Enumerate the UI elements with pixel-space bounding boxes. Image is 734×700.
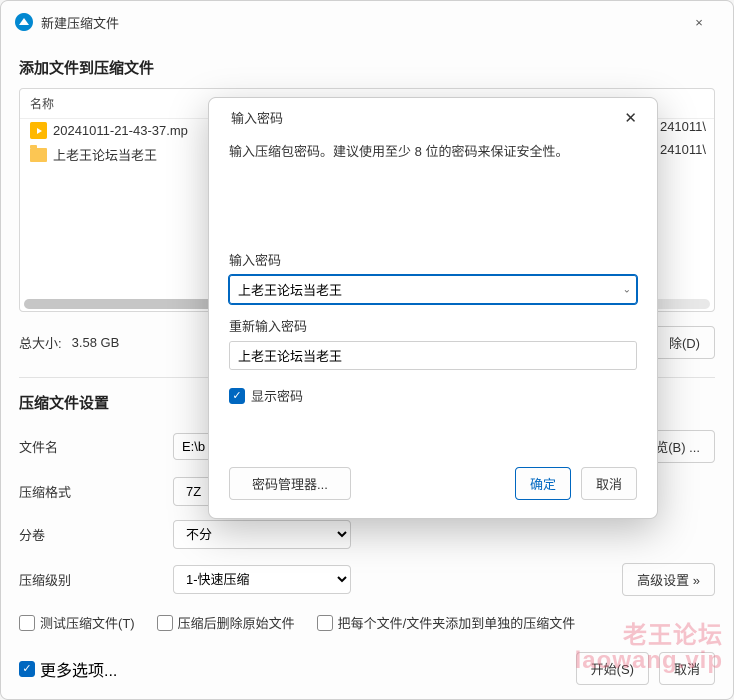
checkbox-checked-icon: ✓: [229, 388, 245, 404]
main-window: 新建压缩文件 × 添加文件到压缩文件 名称 20241011-21-43-37.…: [0, 0, 734, 700]
file-name: 上老王论坛当老王: [53, 145, 157, 164]
footer: ✓ 更多选项... 开始(S) 取消: [19, 652, 715, 685]
split-label: 分卷: [19, 525, 159, 544]
confirm-password-label: 重新输入密码: [229, 316, 637, 335]
format-label: 压缩格式: [19, 482, 159, 501]
confirm-password-input[interactable]: [229, 341, 637, 370]
filename-label: 文件名: [19, 437, 159, 456]
show-password-checkbox[interactable]: ✓ 显示密码: [229, 386, 637, 405]
file-name: 20241011-21-43-37.mp: [53, 123, 188, 138]
close-icon[interactable]: ✕: [618, 109, 643, 127]
separate-archives-checkbox[interactable]: 把每个文件/文件夹添加到单独的压缩文件: [317, 613, 576, 632]
app-icon: [15, 13, 33, 31]
password-dialog: 输入密码 ✕ 输入压缩包密码。建议使用至少 8 位的密码来保证安全性。 输入密码…: [208, 97, 658, 519]
more-options-checkbox[interactable]: ✓ 更多选项...: [19, 657, 117, 681]
level-label: 压缩级别: [19, 570, 159, 589]
dialog-cancel-button[interactable]: 取消: [581, 467, 637, 500]
add-files-heading: 添加文件到压缩文件: [1, 43, 733, 88]
dialog-title: 输入密码: [231, 108, 610, 127]
close-button[interactable]: ×: [679, 10, 719, 34]
window-title: 新建压缩文件: [41, 13, 119, 32]
file-path: 241011\: [660, 142, 706, 157]
file-path: 241011\: [660, 119, 706, 134]
level-row: 压缩级别 1-快速压缩 高级设置 »: [1, 556, 733, 603]
remove-button[interactable]: 除(D): [654, 326, 715, 359]
dialog-titlebar: 输入密码 ✕: [209, 98, 657, 137]
total-size-value: 3.58 GB: [72, 335, 120, 350]
advanced-button[interactable]: 高级设置 »: [622, 563, 715, 596]
start-button[interactable]: 开始(S): [576, 652, 649, 685]
ok-button[interactable]: 确定: [515, 467, 571, 500]
test-archive-checkbox[interactable]: 测试压缩文件(T): [19, 613, 135, 632]
titlebar: 新建压缩文件 ×: [1, 1, 733, 43]
split-select[interactable]: 不分: [173, 520, 351, 549]
checkbox-icon: [157, 615, 173, 631]
level-select[interactable]: 1-快速压缩: [173, 565, 351, 594]
total-size-label: 总大小:: [19, 333, 62, 352]
checkbox-icon: [19, 615, 35, 631]
password-input[interactable]: [229, 275, 637, 304]
checkbox-row: 测试压缩文件(T) 压缩后删除原始文件 把每个文件/文件夹添加到单独的压缩文件: [1, 603, 733, 642]
split-row: 分卷 不分: [1, 513, 733, 556]
checkbox-icon: [317, 615, 333, 631]
password-manager-button[interactable]: 密码管理器...: [229, 467, 351, 500]
folder-icon: [30, 148, 47, 162]
video-icon: [30, 122, 47, 139]
cancel-button[interactable]: 取消: [659, 652, 715, 685]
password-label: 输入密码: [229, 250, 637, 269]
checkbox-checked-icon: ✓: [19, 661, 35, 677]
chevron-down-icon[interactable]: ⌄: [623, 284, 631, 295]
password-hint: 输入压缩包密码。建议使用至少 8 位的密码来保证安全性。: [229, 141, 637, 160]
delete-originals-checkbox[interactable]: 压缩后删除原始文件: [157, 613, 295, 632]
